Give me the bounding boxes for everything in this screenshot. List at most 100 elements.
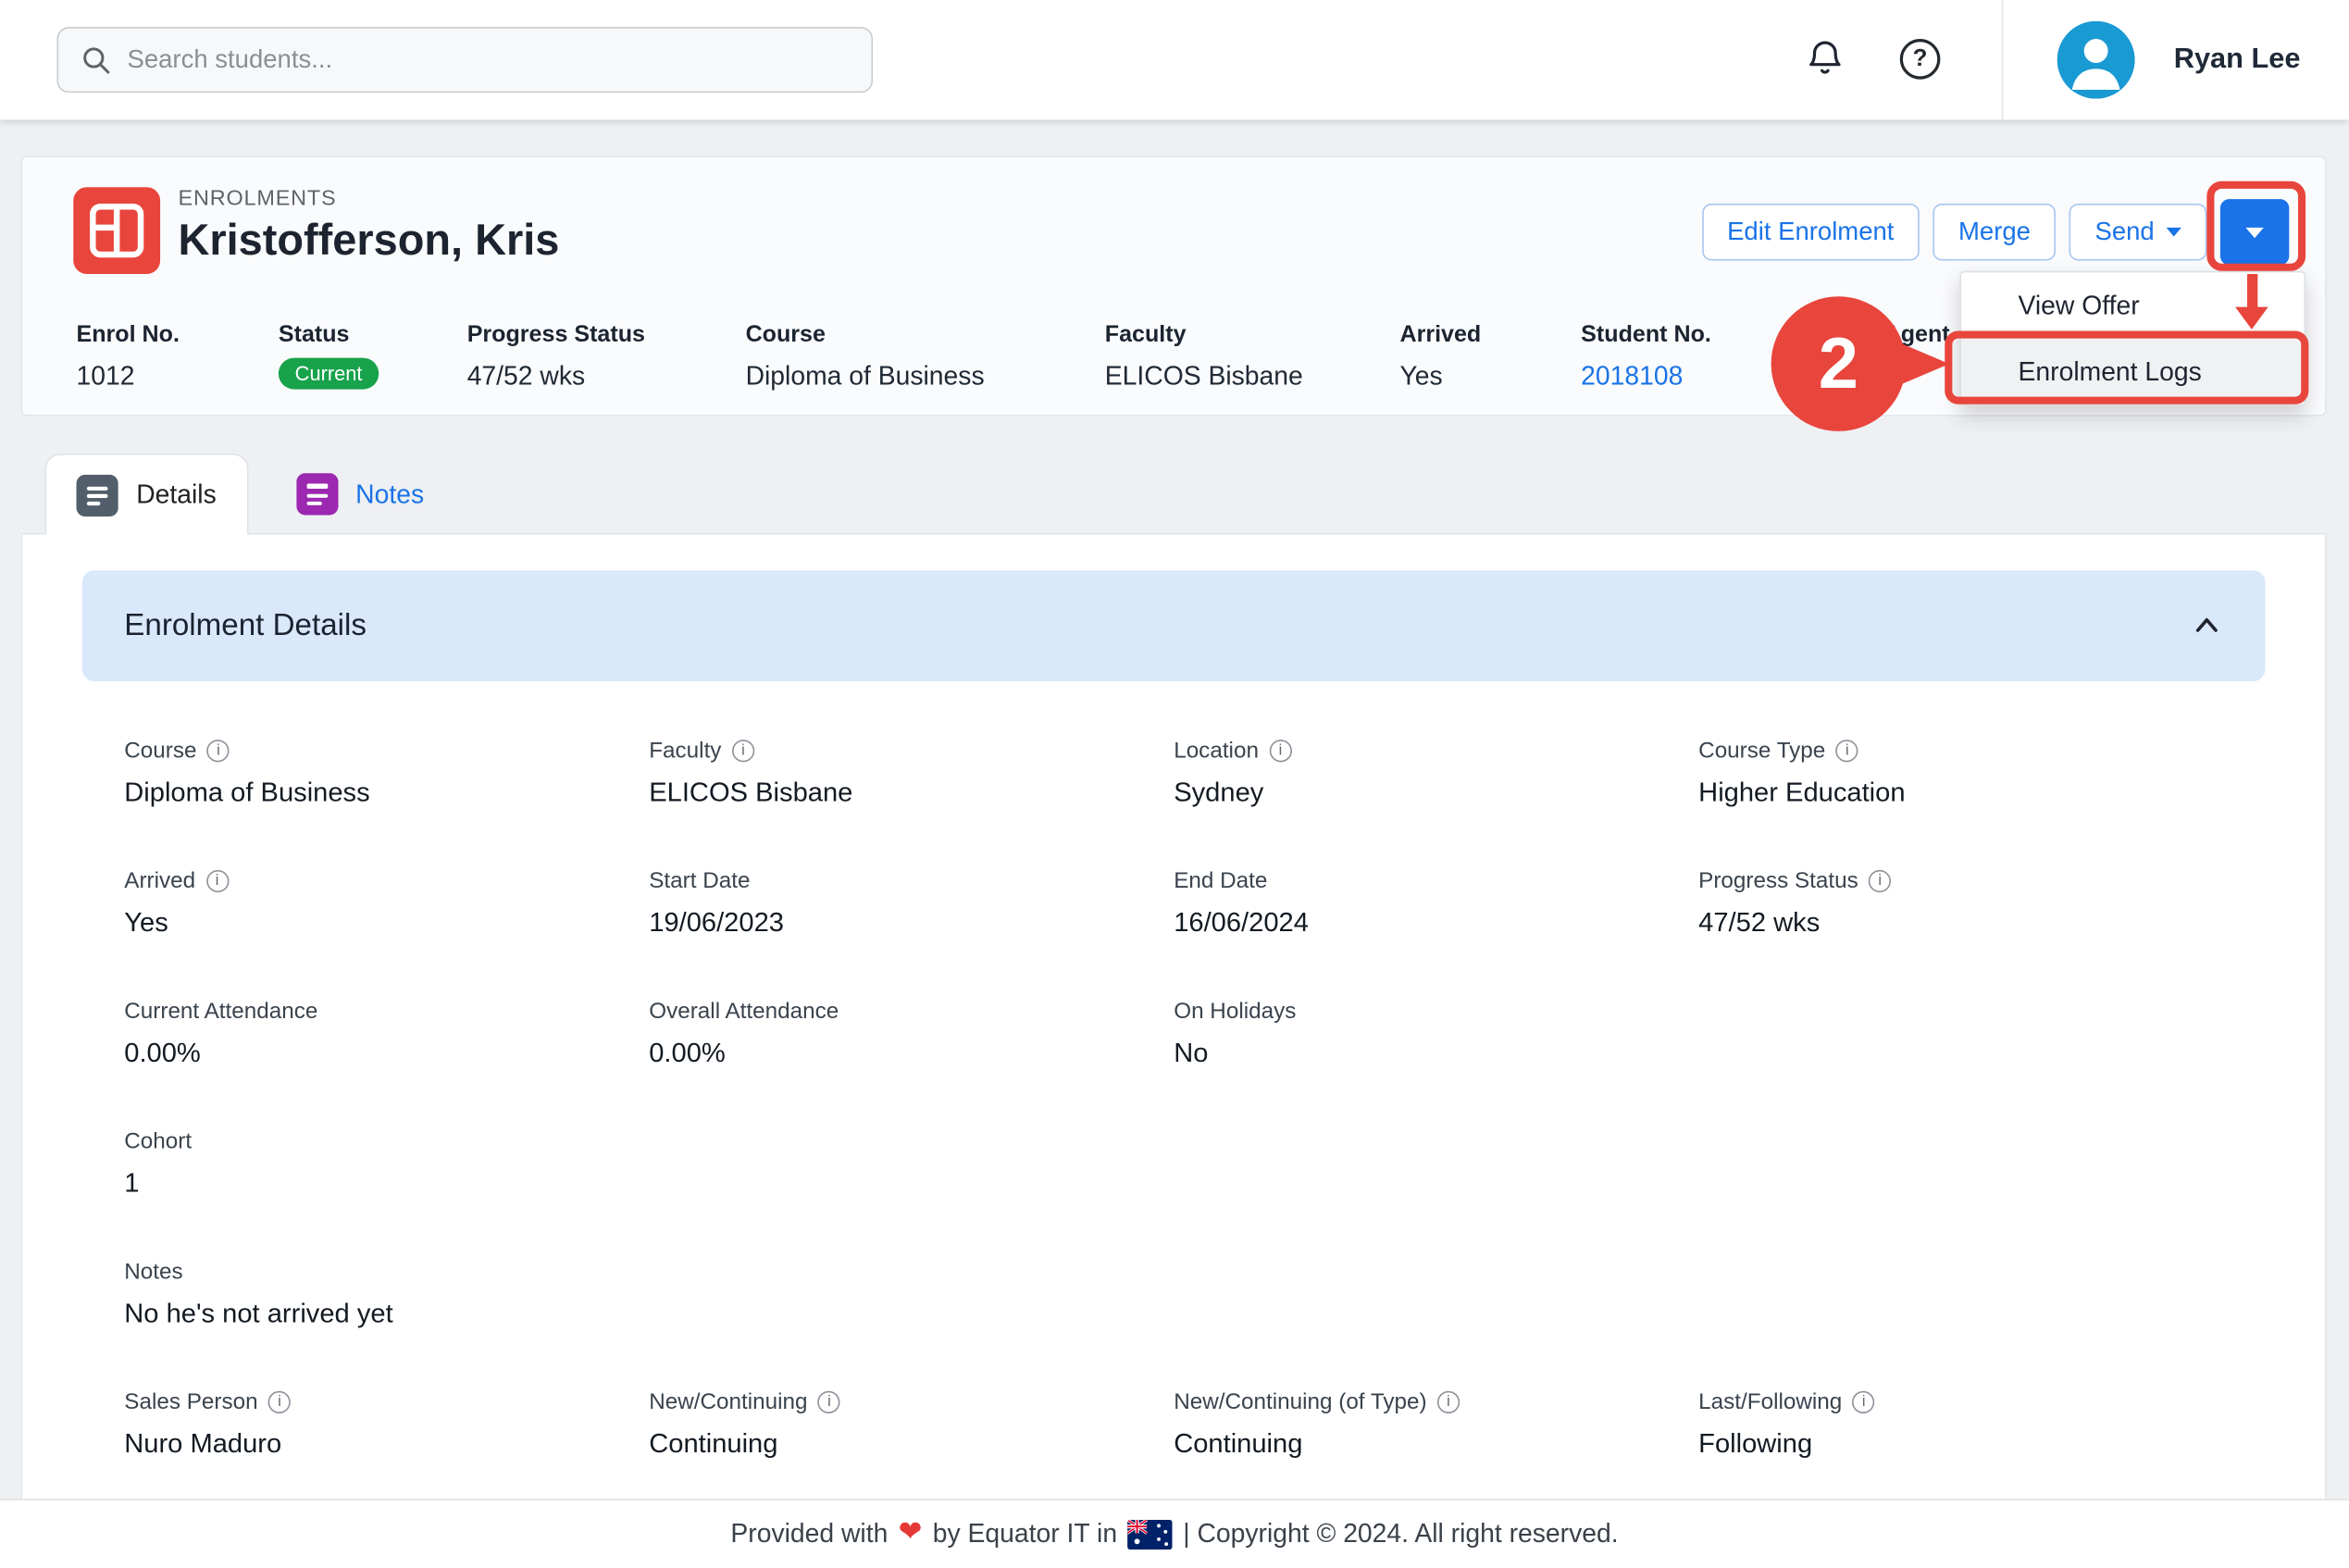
search-input[interactable] (127, 45, 850, 75)
summary-label: Faculty (1105, 322, 1303, 349)
details-icon (76, 474, 118, 516)
merge-label: Merge (1958, 218, 2031, 247)
bell-icon (1804, 37, 1846, 79)
field-label: On Holidays (1174, 999, 1296, 1024)
tab-notes-label: Notes (355, 479, 424, 510)
field-sales-person: Sales Person Nuro Maduro (124, 1389, 649, 1460)
field-progress-status: Progress Status 47/52 wks (1698, 868, 2223, 939)
topbar: Ryan Lee (0, 0, 2349, 119)
merge-button[interactable]: Merge (1933, 204, 2056, 260)
send-button[interactable]: Send (2069, 204, 2206, 260)
info-icon[interactable] (1437, 1391, 1460, 1413)
footer: Provided with ❤ by Equator IT in | Copyr… (0, 1499, 2349, 1567)
summary-faculty: Faculty ELICOS Bisbane (1105, 322, 1303, 392)
field-label: Overall Attendance (649, 999, 839, 1024)
student-search[interactable] (56, 27, 873, 93)
field-on-holidays: On Holidays No (1174, 999, 1698, 1069)
info-icon[interactable] (732, 740, 754, 762)
info-icon[interactable] (1269, 740, 1291, 762)
field-value: 16/06/2024 (1174, 907, 1698, 939)
send-label: Send (2095, 218, 2155, 247)
summary-value: ELICOS Bisbane (1105, 361, 1303, 392)
user-name[interactable]: Ryan Lee (2174, 44, 2301, 77)
topbar-divider (2002, 0, 2004, 119)
field-last-following: Last/Following Following (1698, 1389, 2223, 1460)
student-no-link[interactable]: 2018108 (1581, 361, 1683, 391)
tab-notes[interactable]: Notes (266, 454, 454, 534)
enrolment-details-section-header[interactable]: Enrolment Details (82, 570, 2265, 681)
user-icon (2057, 21, 2135, 99)
field-label: Progress Status (1698, 868, 1858, 893)
details-panel: Enrolment Details Course Diploma of Busi… (21, 533, 2327, 1568)
tab-details-label: Details (136, 479, 217, 511)
notifications-button[interactable] (1804, 37, 1846, 83)
field-value: Following (1698, 1428, 2223, 1460)
field-value: Diploma of Business (124, 778, 649, 809)
annotation-arrow-line (2247, 274, 2257, 308)
field-faculty: Faculty ELICOS Bisbane (649, 738, 1174, 808)
summary-value: 1012 (76, 361, 179, 392)
summary-label: Progress Status (467, 322, 645, 349)
info-icon[interactable] (818, 1391, 840, 1413)
info-icon[interactable] (268, 1391, 291, 1413)
edit-enrolment-button[interactable]: Edit Enrolment (1702, 204, 1920, 260)
field-current-attendance: Current Attendance 0.00% (124, 999, 649, 1069)
field-label: Location (1174, 738, 1259, 763)
summary-value: 47/52 wks (467, 361, 645, 392)
field-label: Arrived (124, 868, 195, 893)
field-empty (1698, 1129, 2223, 1200)
field-empty (1174, 1129, 1698, 1200)
annotation-step-number: 2 (1819, 323, 1858, 405)
field-label: Start Date (649, 868, 750, 893)
footer-copyright: | Copyright © 2024. All right reserved. (1183, 1518, 1618, 1549)
field-value: Nuro Maduro (124, 1428, 649, 1460)
info-icon[interactable] (1836, 740, 1858, 762)
field-label: Last/Following (1698, 1389, 1842, 1414)
summary-value: Diploma of Business (746, 361, 985, 392)
module-eyebrow: ENROLMENTS (178, 187, 336, 211)
tab-details[interactable]: Details (45, 454, 248, 534)
page-title: Kristofferson, Kris (178, 218, 559, 267)
field-value: No he's not arrived yet (124, 1298, 2223, 1329)
field-label: New/Continuing (649, 1389, 807, 1414)
field-value: ELICOS Bisbane (649, 778, 1174, 809)
australia-flag-icon (1127, 1519, 1173, 1549)
summary-progress-status: Progress Status 47/52 wks (467, 322, 645, 392)
field-new-continuing-of-type: New/Continuing (of Type) Continuing (1174, 1389, 1698, 1460)
field-end-date: End Date 16/06/2024 (1174, 868, 1698, 939)
field-value: 0.00% (649, 1038, 1174, 1069)
field-arrived: Arrived Yes (124, 868, 649, 939)
summary-label: Course (746, 322, 985, 349)
annotation-step-badge: 2 (1771, 296, 1907, 431)
summary-label: Arrived (1399, 322, 1481, 349)
field-label: End Date (1174, 868, 1267, 893)
tab-bar: Details Notes (45, 454, 454, 534)
summary-enrol-no: Enrol No. 1012 (76, 322, 179, 392)
field-value: Higher Education (1698, 778, 2223, 809)
info-icon[interactable] (207, 740, 230, 762)
summary-label: Student No. (1581, 322, 1711, 349)
chevron-up-icon[interactable] (2191, 609, 2224, 642)
help-button[interactable] (1900, 39, 1941, 80)
field-label: Sales Person (124, 1389, 257, 1414)
info-icon[interactable] (1853, 1391, 1875, 1413)
footer-text: by Equator IT in (933, 1518, 1117, 1549)
status-badge: Current (279, 358, 379, 390)
summary-student-no: Student No. 2018108 (1581, 322, 1711, 392)
field-empty (649, 1129, 1174, 1200)
field-value: 0.00% (124, 1038, 649, 1069)
annotation-box-dropdown-button (2206, 181, 2306, 271)
info-icon[interactable] (1869, 870, 1891, 892)
field-cohort: Cohort 1 (124, 1129, 649, 1200)
field-label: Course (124, 738, 196, 763)
field-value: 1 (124, 1168, 649, 1200)
field-notes: Notes No he's not arrived yet (124, 1259, 2223, 1329)
user-avatar[interactable] (2057, 21, 2135, 99)
section-title: Enrolment Details (124, 608, 367, 644)
summary-arrived: Arrived Yes (1399, 322, 1481, 392)
summary-label: Enrol No. (76, 322, 179, 349)
field-course: Course Diploma of Business (124, 738, 649, 808)
chevron-down-icon (2167, 228, 2181, 237)
field-label: Notes (124, 1259, 182, 1284)
info-icon[interactable] (205, 870, 228, 892)
